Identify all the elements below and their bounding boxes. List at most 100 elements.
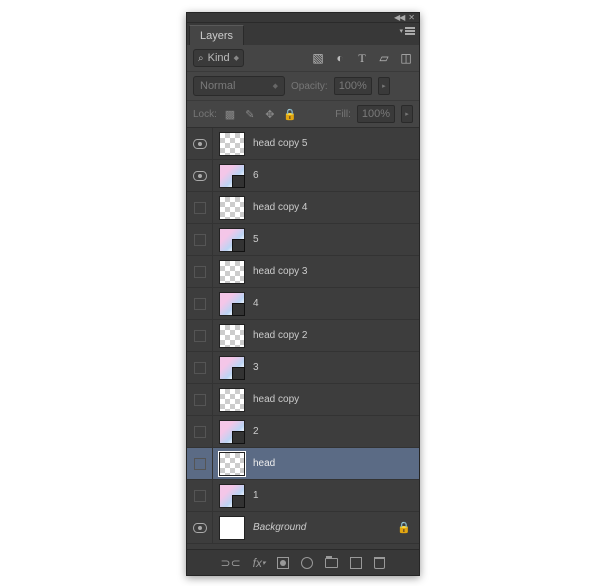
filter-adjust-icon[interactable]: ◐: [333, 51, 347, 65]
fill-flyout[interactable]: ▸: [401, 105, 413, 123]
visibility-empty-icon: [194, 234, 206, 246]
layer-row[interactable]: head copy 4: [187, 192, 419, 224]
layer-name-label[interactable]: 5: [251, 234, 419, 245]
layer-thumbnail[interactable]: [219, 484, 245, 508]
layer-row[interactable]: 5: [187, 224, 419, 256]
visibility-toggle[interactable]: [187, 288, 213, 319]
filter-kind-label: Kind: [208, 52, 230, 64]
visibility-toggle[interactable]: [187, 416, 213, 447]
layer-thumbnail[interactable]: [219, 388, 245, 412]
layer-row[interactable]: head copy: [187, 384, 419, 416]
visibility-empty-icon: [194, 330, 206, 342]
lock-row: Lock: ▩ ✎ ✥ 🔒 Fill: 100% ▸: [187, 101, 419, 128]
close-icon[interactable]: ✕: [408, 13, 415, 22]
layer-name-label[interactable]: Background: [251, 522, 397, 533]
fill-value: 100%: [362, 108, 390, 120]
menu-icon: [405, 27, 415, 35]
layer-thumbnail[interactable]: [219, 196, 245, 220]
layer-name-label[interactable]: 4: [251, 298, 419, 309]
link-layers-button[interactable]: ⊃⊂: [221, 556, 241, 570]
layers-panel: ◀◀ ✕ Layers ▾ ⌕ Kind ◆ ▧ ◐ T ▱ ◫ Normal …: [186, 12, 420, 576]
filter-pixel-icon[interactable]: ▧: [311, 51, 325, 65]
layer-name-label[interactable]: head copy 5: [251, 138, 419, 149]
opacity-label: Opacity:: [291, 81, 328, 92]
lock-icon: 🔒: [397, 521, 419, 534]
filter-smart-icon[interactable]: ◫: [399, 51, 413, 65]
new-adjustment-button[interactable]: [301, 557, 313, 569]
layer-row[interactable]: 4: [187, 288, 419, 320]
lock-all-icon[interactable]: 🔒: [283, 108, 297, 121]
collapse-icon[interactable]: ◀◀: [394, 13, 404, 22]
panel-titlebar[interactable]: ◀◀ ✕: [187, 13, 419, 23]
layer-row[interactable]: head: [187, 448, 419, 480]
layer-fx-button[interactable]: fx▾: [253, 556, 266, 570]
visibility-toggle[interactable]: [187, 448, 213, 479]
opacity-value: 100%: [339, 80, 367, 92]
layer-name-label[interactable]: head copy 2: [251, 330, 419, 341]
panel-menu-button[interactable]: ▾: [399, 27, 415, 35]
eye-icon: [193, 171, 207, 181]
visibility-toggle[interactable]: [187, 224, 213, 255]
visibility-toggle[interactable]: [187, 320, 213, 351]
visibility-toggle[interactable]: [187, 256, 213, 287]
visibility-toggle[interactable]: [187, 480, 213, 511]
layer-row[interactable]: head copy 3: [187, 256, 419, 288]
layer-row[interactable]: head copy 2: [187, 320, 419, 352]
tab-label: Layers: [200, 30, 233, 42]
layer-row[interactable]: 3: [187, 352, 419, 384]
tab-bar: Layers ▾: [187, 23, 419, 45]
add-mask-button[interactable]: [277, 557, 289, 569]
filter-type-icon[interactable]: T: [355, 51, 369, 65]
layer-thumbnail[interactable]: [219, 164, 245, 188]
opacity-flyout[interactable]: ▸: [378, 77, 390, 95]
tab-layers[interactable]: Layers: [189, 25, 244, 45]
layer-row[interactable]: 6: [187, 160, 419, 192]
layer-name-label[interactable]: 6: [251, 170, 419, 181]
blend-mode-dropdown[interactable]: Normal ◆: [193, 76, 285, 96]
lock-transparent-icon[interactable]: ▩: [223, 108, 237, 121]
visibility-toggle[interactable]: [187, 192, 213, 223]
visibility-toggle[interactable]: [187, 512, 213, 543]
lock-pixels-icon[interactable]: ✎: [243, 108, 257, 121]
visibility-empty-icon: [194, 458, 206, 470]
layer-name-label[interactable]: 3: [251, 362, 419, 373]
layer-row[interactable]: 1: [187, 480, 419, 512]
layer-thumbnail[interactable]: [219, 324, 245, 348]
layer-thumbnail[interactable]: [219, 260, 245, 284]
layer-row[interactable]: Background🔒: [187, 512, 419, 544]
chevron-icon: ◆: [273, 82, 278, 90]
layer-row[interactable]: 2: [187, 416, 419, 448]
visibility-toggle[interactable]: [187, 128, 213, 159]
filter-shape-icon[interactable]: ▱: [377, 51, 391, 65]
fill-label: Fill:: [335, 109, 351, 120]
filter-kind-dropdown[interactable]: ⌕ Kind ◆: [193, 49, 244, 67]
layer-thumbnail[interactable]: [219, 516, 245, 540]
fill-input[interactable]: 100%: [357, 105, 395, 123]
delete-layer-button[interactable]: [374, 557, 385, 569]
layer-thumbnail[interactable]: [219, 356, 245, 380]
layer-name-label[interactable]: 1: [251, 490, 419, 501]
visibility-toggle[interactable]: [187, 352, 213, 383]
visibility-empty-icon: [194, 426, 206, 438]
new-layer-button[interactable]: [350, 557, 362, 569]
layer-thumbnail[interactable]: [219, 420, 245, 444]
layer-thumbnail[interactable]: [219, 228, 245, 252]
new-group-button[interactable]: [325, 558, 338, 568]
layer-row[interactable]: head copy 5: [187, 128, 419, 160]
layer-name-label[interactable]: head: [251, 458, 419, 469]
visibility-toggle[interactable]: [187, 384, 213, 415]
lock-position-icon[interactable]: ✥: [263, 108, 277, 121]
opacity-input[interactable]: 100%: [334, 77, 372, 95]
layer-thumbnail[interactable]: [219, 452, 245, 476]
layer-list[interactable]: head copy 5 6 head copy 4 5 head copy 3 4 head…: [187, 128, 419, 549]
filter-type-icons: ▧ ◐ T ▱ ◫: [311, 51, 413, 65]
layer-name-label[interactable]: 2: [251, 426, 419, 437]
layer-thumbnail[interactable]: [219, 292, 245, 316]
layer-name-label[interactable]: head copy: [251, 394, 419, 405]
eye-icon: [193, 139, 207, 149]
blend-mode-value: Normal: [200, 80, 235, 92]
layer-name-label[interactable]: head copy 3: [251, 266, 419, 277]
layer-name-label[interactable]: head copy 4: [251, 202, 419, 213]
layer-thumbnail[interactable]: [219, 132, 245, 156]
visibility-toggle[interactable]: [187, 160, 213, 191]
